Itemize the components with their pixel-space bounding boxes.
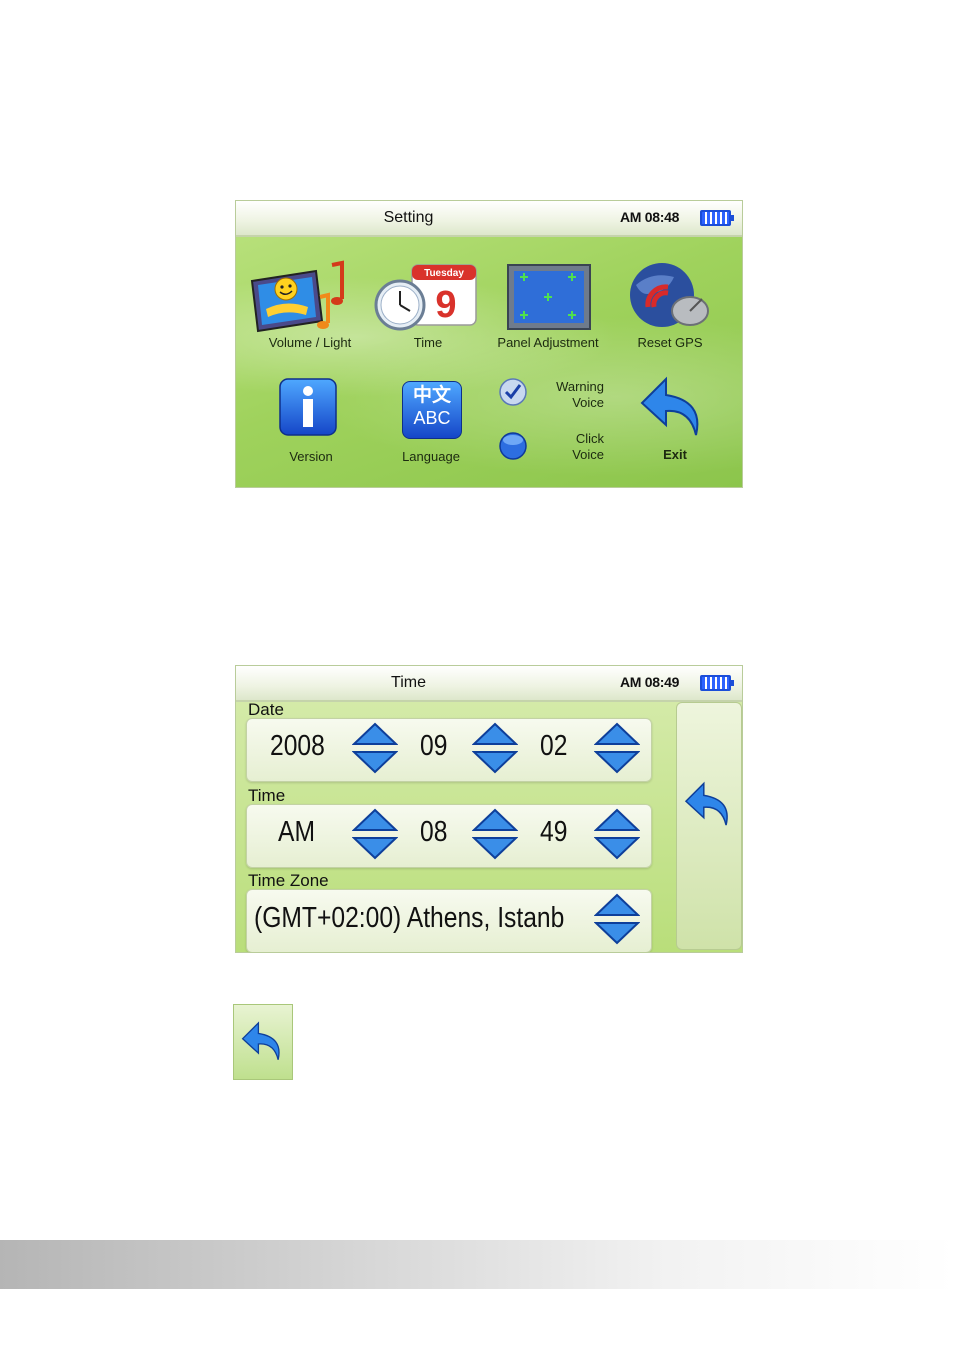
time-screen: Time AM 08:49 Date 2008 09 02 Time AM 08… [235, 665, 743, 953]
check-radio-icon [499, 378, 527, 406]
date-year-value: 2008 [270, 730, 325, 762]
language-label: Language [402, 449, 460, 464]
time-ampm-value: AM [278, 816, 315, 848]
timezone-up-down-arrows-icon[interactable] [594, 893, 640, 945]
page-title: Setting [383, 209, 434, 226]
clock-display: AM 08:49 [620, 674, 680, 690]
clock-calendar-icon: Tuesday 9 [374, 264, 477, 331]
month-up-down-arrows-icon[interactable] [472, 722, 518, 774]
battery-icon [700, 675, 734, 691]
back-button-sample[interactable] [233, 1004, 293, 1080]
calendar-date-text: 9 [435, 284, 456, 326]
date-month-value: 09 [420, 730, 448, 762]
footer-bar [0, 1240, 954, 1289]
panel-adjustment-button[interactable]: Panel Adjustment [488, 257, 608, 353]
battery-icon [700, 210, 734, 226]
timezone-label: Time Zone [248, 871, 329, 890]
back-arrow-icon [684, 781, 728, 826]
page-title: Time [391, 674, 426, 691]
warning-voice-toggle[interactable]: Warning Voice [496, 375, 606, 415]
version-label: Version [289, 449, 333, 464]
language-icon-top: 中文 [412, 385, 451, 406]
exit-label: Exit [663, 447, 687, 462]
time-label: Time [248, 786, 286, 805]
click-voice-toggle[interactable]: Click Voice [496, 427, 606, 467]
ampm-up-down-arrows-icon[interactable] [352, 808, 398, 860]
year-up-down-arrows-icon[interactable] [352, 722, 398, 774]
language-button[interactable]: 中文 ABC Language [386, 377, 476, 467]
gps-satellite-icon [630, 263, 709, 327]
timezone-value: (GMT+02:00) Athens, Istanb [254, 902, 565, 934]
day-up-down-arrows-icon[interactable] [594, 722, 640, 774]
info-icon [279, 378, 337, 436]
radio-off-icon [499, 432, 527, 460]
date-label: Date [248, 700, 284, 719]
time-label: Time [413, 335, 443, 350]
language-icon-bottom: ABC [413, 408, 451, 428]
time-topbar: Time AM 08:49 [236, 666, 742, 702]
time-hour-value: 08 [420, 816, 448, 848]
clock-display: AM 08:48 [620, 209, 680, 225]
back-arrow-icon [241, 1021, 280, 1060]
reset-gps-button[interactable]: Reset GPS [614, 257, 726, 353]
time-minute-value: 49 [540, 816, 568, 848]
volume-light-button[interactable]: Volume / Light [246, 257, 374, 353]
back-button[interactable] [676, 702, 742, 950]
timezone-value-clip: (GMT+02:00) Athens, Istanb [252, 896, 582, 944]
setting-screen: Setting AM 08:48 Volume / Light Tuesday … [235, 200, 743, 488]
volume-light-label: Volume / Light [268, 335, 352, 350]
date-day-value: 02 [540, 730, 568, 762]
hour-up-down-arrows-icon[interactable] [472, 808, 518, 860]
language-icon: 中文 ABC [402, 381, 462, 439]
setting-topbar: Setting AM 08:48 [236, 201, 742, 237]
panel-adjustment-label: Panel Adjustment [497, 335, 599, 350]
warning-voice-label: Warning Voice [556, 379, 604, 410]
version-button[interactable]: Version [266, 377, 356, 467]
minute-up-down-arrows-icon[interactable] [594, 808, 640, 860]
panel-adjustment-icon [507, 264, 591, 330]
reset-gps-label: Reset GPS [637, 335, 703, 350]
calendar-day-text: Tuesday [424, 268, 464, 279]
time-button[interactable]: Tuesday 9 Time [372, 257, 484, 353]
exit-button[interactable]: Exit [632, 371, 718, 467]
exit-arrow-icon [640, 376, 699, 436]
volume-light-icon [250, 260, 344, 333]
click-voice-label: Click Voice [572, 431, 604, 462]
